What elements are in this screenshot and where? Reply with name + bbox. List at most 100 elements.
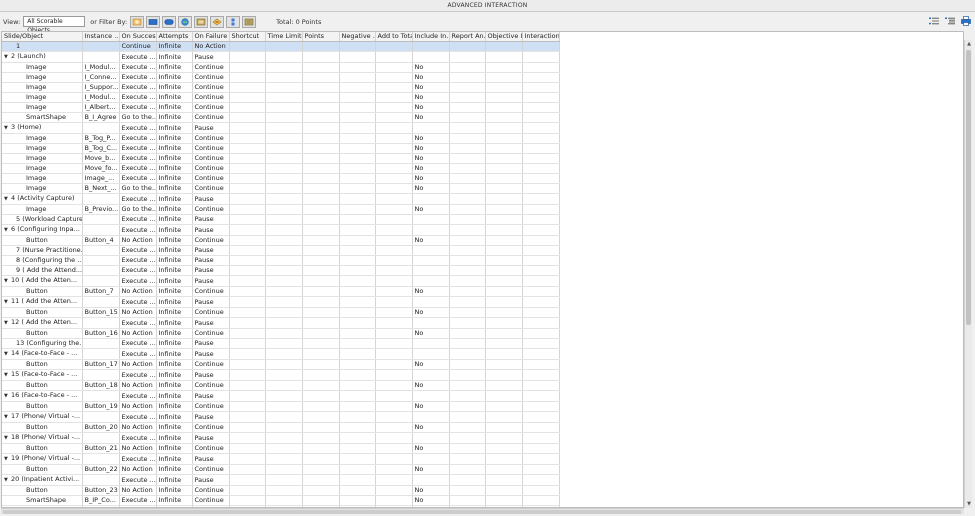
expand-caret-icon[interactable]: ▼ bbox=[4, 476, 11, 485]
image-filter-icon[interactable] bbox=[194, 15, 209, 28]
slide-row[interactable]: ▼ 20 (Inpatient Activi... Execute ... Infin… bbox=[2, 474, 560, 487]
table-cell: Execute ... bbox=[119, 173, 157, 185]
object-row[interactable]: Button Button_17 No Action Infinite Continue… bbox=[2, 359, 560, 371]
expand-caret-icon[interactable]: ▼ bbox=[4, 350, 11, 359]
object-row[interactable]: Image Move_b... Execute ... Infinite Continu… bbox=[2, 153, 560, 165]
column-header[interactable]: Slide/Object bbox=[2, 32, 83, 43]
object-row[interactable]: Image B_Next_... Go to the... Infinite Conti… bbox=[2, 183, 560, 195]
column-header[interactable]: Add to Total bbox=[375, 32, 413, 43]
click-box-filter-icon[interactable] bbox=[146, 15, 161, 28]
column-header[interactable]: On Success bbox=[119, 32, 157, 43]
slide-row[interactable]: 13 (Configuring the... Execute ... Infinit… bbox=[2, 338, 560, 350]
column-header[interactable]: Shortcut bbox=[229, 32, 266, 43]
slide-row[interactable]: ▼ 17 (Phone/ Virtual -... Execute ... Infin… bbox=[2, 411, 560, 424]
table-cell bbox=[82, 214, 120, 226]
slide-row[interactable]: 1 Continue Infinite No Action bbox=[2, 41, 560, 53]
object-row[interactable]: Button Button_22 No Action Infinite Continue… bbox=[2, 464, 560, 476]
vertical-scrollbar[interactable]: ▲ ▼ bbox=[964, 40, 972, 508]
expand-caret-icon[interactable]: ▼ bbox=[4, 124, 11, 133]
slide-row[interactable]: ▼ 3 (Home) Execute ... Infinite Pause bbox=[2, 122, 560, 135]
expand-caret-icon[interactable]: ▼ bbox=[4, 434, 11, 443]
object-row[interactable]: Button Button_21 No Action Infinite Continue… bbox=[2, 443, 560, 455]
object-row[interactable]: Image B_Previo... Go to the... Infinite Cont… bbox=[2, 204, 560, 216]
object-row[interactable]: Button Button_15 No Action Infinite Continue… bbox=[2, 307, 560, 319]
object-row[interactable]: Image I_Modul... Execute ... Infinite Contin… bbox=[2, 92, 560, 104]
object-row[interactable]: Button Button_19 No Action Infinite Continue… bbox=[2, 401, 560, 413]
slide-row[interactable]: ▼ 11 ( Add the Atten... Execute ... Infinit… bbox=[2, 296, 560, 309]
slide-row[interactable]: ▼ 2 (Launch) Execute ... Infinite Pause bbox=[2, 51, 560, 64]
object-row[interactable]: Image I_Suppor... Execute ... Infinite Conti… bbox=[2, 82, 560, 94]
column-header[interactable]: On Failure bbox=[192, 32, 230, 43]
expand-caret-icon[interactable]: ▼ bbox=[4, 53, 11, 62]
object-row[interactable]: Button Button_18 No Action Infinite Continue… bbox=[2, 380, 560, 392]
button-filter-icon[interactable] bbox=[162, 15, 177, 28]
column-header[interactable]: Time Limit bbox=[265, 32, 303, 43]
view-select[interactable]: All Scorable Objects bbox=[23, 16, 86, 34]
column-header[interactable]: Negative ... bbox=[339, 32, 376, 43]
object-row[interactable]: SmartShape B_I_Agree Go to the... Infinite C… bbox=[2, 112, 560, 124]
column-header[interactable]: Attempts bbox=[156, 32, 193, 43]
table-cell bbox=[485, 265, 523, 277]
slide-row[interactable]: ▼ 19 (Phone/ Virtual -... Execute ... Infin… bbox=[2, 453, 560, 466]
table-cell bbox=[412, 245, 450, 257]
column-header[interactable]: Objective ID bbox=[485, 32, 523, 43]
slide-object-label: 13 (Configuring the... bbox=[16, 339, 82, 348]
print-icon[interactable] bbox=[960, 15, 971, 26]
object-row[interactable]: Image I_Conne... Execute ... Infinite Contin… bbox=[2, 72, 560, 84]
slide-row[interactable]: ▼ 15 (Face-to-Face - ... Execute ... Infini… bbox=[2, 369, 560, 382]
object-row[interactable]: Button Button_23 No Action Infinite Continue… bbox=[2, 485, 560, 497]
expand-caret-icon[interactable]: ▼ bbox=[4, 319, 11, 328]
slide-row[interactable]: ▼ 14 (Face-to-Face - ... Execute ... Infini… bbox=[2, 348, 560, 361]
column-header[interactable]: Interaction... bbox=[522, 32, 560, 43]
slide-row[interactable]: ▼ 12 ( Add the Atten... Execute ... Infinit… bbox=[2, 317, 560, 330]
expand-caret-icon[interactable]: ▼ bbox=[4, 413, 11, 422]
object-row[interactable]: Button Button_7 No Action Infinite Continue N… bbox=[2, 286, 560, 298]
slide-row[interactable]: 5 (Workload Capture) Execute ... Infinite P… bbox=[2, 214, 560, 226]
scroll-down-icon[interactable]: ▼ bbox=[966, 501, 972, 507]
scroll-up-icon[interactable]: ▲ bbox=[966, 41, 972, 47]
table-cell bbox=[375, 485, 413, 497]
object-row[interactable]: Button Button_4 No Action Infinite Continue N… bbox=[2, 235, 560, 247]
text-entry-filter-icon[interactable] bbox=[178, 15, 193, 28]
smartshape-filter-icon[interactable] bbox=[210, 15, 225, 28]
widget-filter-icon[interactable] bbox=[226, 15, 241, 28]
object-row[interactable]: SmartShape B_IP_Co... Execute ... Infinite C… bbox=[2, 495, 560, 507]
table-cell bbox=[302, 92, 340, 104]
slide-row[interactable]: ▼ 6 (Configuring Inpa... Execute ... Infini… bbox=[2, 224, 560, 237]
vertical-scroll-thumb[interactable] bbox=[966, 50, 971, 325]
expand-caret-icon[interactable]: ▼ bbox=[4, 195, 11, 204]
slide-row[interactable]: ▼ 18 (Phone/ Virtual -... Execute ... Infin… bbox=[2, 432, 560, 445]
slide-row[interactable]: ▼ 16 (Face-to-Face - ... Execute ... Infini… bbox=[2, 390, 560, 403]
expand-caret-icon[interactable]: ▼ bbox=[4, 226, 11, 235]
column-header[interactable]: Include In... bbox=[412, 32, 450, 43]
expand-caret-icon[interactable]: ▼ bbox=[4, 298, 11, 307]
expand-caret-icon[interactable]: ▼ bbox=[4, 371, 11, 380]
slide-row[interactable]: ▼ 10 ( Add the Atten... Execute ... Infinit… bbox=[2, 275, 560, 288]
object-row[interactable]: Button Button_16 No Action Infinite Continue… bbox=[2, 328, 560, 340]
table-cell: Execute ... bbox=[119, 245, 157, 257]
slide-row[interactable]: 9 ( Add the Attend... Execute ... Infinite… bbox=[2, 265, 560, 277]
column-header[interactable]: Points bbox=[302, 32, 340, 43]
collapse-all-icon[interactable] bbox=[928, 15, 939, 26]
object-row[interactable]: Button Button_20 No Action Infinite Continue… bbox=[2, 422, 560, 434]
horizontal-scroll-thumb[interactable] bbox=[3, 510, 961, 514]
object-row[interactable]: Image Move_fo... Execute ... Infinite Contin… bbox=[2, 163, 560, 175]
slide-row[interactable]: 8 (Configuring the ... Execute ... Infinit… bbox=[2, 255, 560, 267]
expand-caret-icon[interactable]: ▼ bbox=[4, 455, 11, 464]
expand-caret-icon[interactable]: ▼ bbox=[4, 277, 11, 286]
quiz-filter-icon[interactable] bbox=[242, 15, 257, 28]
slide-row[interactable]: ▼ 4 (Activity Capture) Execute ... Infinite… bbox=[2, 193, 560, 206]
object-row[interactable]: Image B_Tog_P... Execute ... Infinite Contin… bbox=[2, 133, 560, 145]
horizontal-scrollbar[interactable] bbox=[1, 508, 964, 514]
column-header[interactable]: Report An... bbox=[449, 32, 486, 43]
column-header[interactable]: Instance ... bbox=[82, 32, 120, 43]
expand-caret-icon[interactable]: ▼ bbox=[4, 392, 11, 401]
object-row[interactable]: Image I_Modul... Execute ... Infinite Contin… bbox=[2, 62, 560, 74]
object-row[interactable]: Image B_Tog_C... Execute ... Infinite Contin… bbox=[2, 143, 560, 155]
highlight-filter-icon[interactable] bbox=[130, 15, 145, 28]
object-row[interactable]: Image I_Albert... Execute ... Infinite Conti… bbox=[2, 102, 560, 114]
table-cell: 7 (Nurse Practitione... bbox=[2, 245, 83, 257]
expand-all-icon[interactable] bbox=[944, 15, 955, 26]
object-row[interactable]: Image Image_... Execute ... Infinite Continu… bbox=[2, 173, 560, 185]
slide-row[interactable]: 7 (Nurse Practitione... Execute ... Infini… bbox=[2, 245, 560, 257]
